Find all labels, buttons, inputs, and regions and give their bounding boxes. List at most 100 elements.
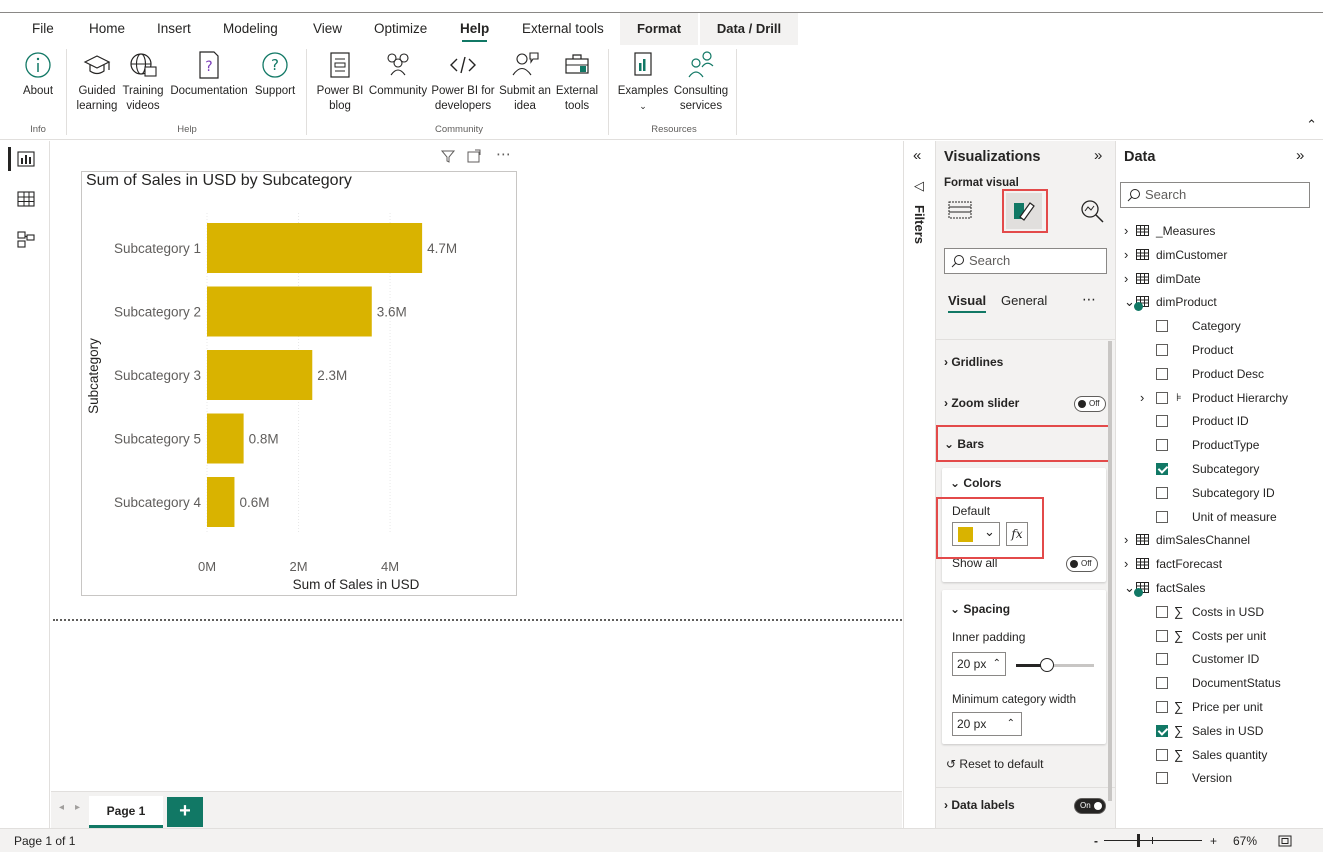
data-search-input[interactable]: Search [1120, 182, 1310, 208]
table-dimsaleschannel[interactable]: › dimSalesChannel [1116, 529, 1323, 551]
about-button[interactable]: About [18, 49, 58, 99]
filters-pane-collapsed[interactable]: « ◁ Filters [903, 141, 936, 828]
field-row[interactable]: Customer ID [1116, 648, 1323, 670]
fit-to-page-icon[interactable] [1278, 835, 1292, 847]
tab-general[interactable]: General [1001, 293, 1047, 308]
scroll-left-icon[interactable]: ◂ [59, 802, 64, 813]
tab-visual[interactable]: Visual [948, 293, 986, 308]
slider-thumb[interactable] [1040, 658, 1055, 672]
field-row[interactable]: ∑ Sales in USD [1116, 720, 1323, 742]
field-checkbox[interactable] [1156, 772, 1168, 785]
field-checkbox[interactable] [1156, 463, 1168, 475]
tab-view[interactable]: View [307, 13, 348, 45]
field-checkbox[interactable] [1156, 344, 1168, 356]
colors-section[interactable]: ⌄ Colors [950, 476, 1001, 490]
documentation-button[interactable]: ? Documentation [167, 49, 251, 99]
collapse-data-pane-icon[interactable]: » [1296, 147, 1304, 164]
viz-pane-scrollbar[interactable] [1108, 341, 1112, 801]
field-row[interactable]: ∑ Costs in USD [1116, 601, 1323, 623]
field-row[interactable]: Category [1116, 315, 1323, 337]
add-page-button[interactable]: + [167, 797, 203, 827]
field-row[interactable]: ∑ Costs per unit [1116, 625, 1323, 647]
tab-help[interactable]: Help [454, 13, 495, 45]
tab-insert[interactable]: Insert [151, 13, 197, 45]
data-labels-section[interactable]: › Data labels [944, 798, 1015, 812]
zoom-slider[interactable] [1104, 834, 1202, 847]
zoom-slider-thumb[interactable] [1137, 834, 1141, 847]
field-checkbox[interactable] [1156, 367, 1168, 380]
table-view-icon[interactable] [16, 189, 36, 209]
training-videos-button[interactable]: Training videos [120, 49, 166, 114]
spacing-section[interactable]: ⌄ Spacing [950, 602, 1010, 616]
field-checkbox[interactable] [1156, 510, 1168, 523]
more-options-icon[interactable]: ⋯ [496, 145, 511, 163]
table-factforecast[interactable]: › factForecast [1116, 553, 1323, 575]
guided-learning-button[interactable]: Guided learning [74, 49, 120, 114]
min-category-width-input[interactable]: 20 px ⌃ [952, 712, 1022, 736]
field-checkbox[interactable] [1156, 701, 1168, 713]
gridlines-section[interactable]: › Gridlines [944, 355, 1003, 369]
field-checkbox[interactable] [1156, 439, 1168, 452]
build-visual-icon[interactable] [948, 199, 972, 221]
field-checkbox[interactable] [1156, 320, 1168, 333]
more-options-icon[interactable]: ⋯ [1082, 291, 1096, 308]
powerbi-blog-button[interactable]: Power BI blog [314, 49, 366, 114]
zoom-out-button[interactable]: - [1094, 829, 1098, 853]
field-checkbox[interactable] [1156, 391, 1168, 404]
filter-icon[interactable] [440, 148, 456, 164]
consulting-services-button[interactable]: Consulting services [670, 49, 732, 114]
collapse-viz-pane-icon[interactable]: » [1094, 147, 1102, 164]
field-checkbox[interactable] [1156, 653, 1168, 666]
tab-modeling[interactable]: Modeling [217, 13, 284, 45]
model-view-icon[interactable] [16, 229, 36, 249]
field-row[interactable]: Product ID [1116, 410, 1323, 432]
zoom-slider-section[interactable]: › Zoom slider [944, 396, 1019, 410]
tab-file[interactable]: File [26, 13, 60, 45]
field-checkbox[interactable] [1156, 605, 1168, 618]
field-row[interactable]: Product Desc [1116, 363, 1323, 385]
community-button[interactable]: Community [366, 49, 430, 99]
collapse-ribbon-icon[interactable]: ⌃ [1306, 117, 1317, 133]
tab-data-drill[interactable]: Data / Drill [700, 13, 798, 45]
analytics-magnifier-icon[interactable] [1078, 197, 1106, 225]
expand-left-icon[interactable]: « [913, 147, 921, 164]
spinner-icon[interactable]: ⌃ [1007, 713, 1015, 735]
field-checkbox[interactable] [1156, 415, 1168, 428]
submit-idea-button[interactable]: Submit an idea [497, 49, 553, 114]
field-row[interactable]: Subcategory [1116, 458, 1323, 480]
support-button[interactable]: ? Support [252, 49, 298, 99]
focus-mode-icon[interactable] [466, 148, 482, 164]
field-checkbox[interactable] [1156, 748, 1168, 761]
table-dimproduct[interactable]: ⌄ dimProduct [1116, 291, 1323, 313]
table-dimdate[interactable]: › dimDate [1116, 268, 1323, 290]
field-row[interactable]: Version [1116, 767, 1323, 789]
external-tools-button[interactable]: External tools [553, 49, 601, 114]
field-row[interactable]: DocumentStatus [1116, 672, 1323, 694]
tab-optimize[interactable]: Optimize [368, 13, 433, 45]
field-row[interactable]: ProductType [1116, 434, 1323, 456]
table-factsales[interactable]: ⌄ factSales [1116, 577, 1323, 599]
examples-button[interactable]: Examples ⌄ [616, 49, 670, 114]
field-row[interactable]: › ⊧ Product Hierarchy [1116, 387, 1323, 409]
scroll-right-icon[interactable]: ▸ [75, 802, 80, 813]
field-checkbox[interactable] [1156, 629, 1168, 642]
reset-to-default-button[interactable]: ↺ Reset to default [946, 757, 1043, 771]
field-row[interactable]: ∑ Price per unit [1116, 696, 1323, 718]
tab-format[interactable]: Format [620, 13, 698, 45]
powerbi-developers-button[interactable]: Power BI for developers [430, 49, 496, 114]
data-labels-toggle[interactable]: On [1074, 798, 1106, 814]
field-checkbox[interactable] [1156, 486, 1168, 499]
viz-search-input[interactable]: Search [944, 248, 1107, 274]
field-checkbox[interactable] [1156, 677, 1168, 690]
table-dimcustomer[interactable]: › dimCustomer [1116, 244, 1323, 266]
field-row[interactable]: Subcategory ID [1116, 482, 1323, 504]
zoom-in-button[interactable]: + [1210, 829, 1217, 853]
tab-external-tools[interactable]: External tools [516, 13, 610, 45]
field-row[interactable]: ∑ Sales quantity [1116, 744, 1323, 766]
page-tab-1[interactable]: Page 1 [89, 796, 163, 828]
show-all-toggle[interactable]: Off [1066, 556, 1098, 572]
field-row[interactable]: Product [1116, 339, 1323, 361]
spinner-icon[interactable]: ⌃ [993, 653, 1001, 675]
inner-padding-input[interactable]: 20 px ⌃ [952, 652, 1006, 676]
report-view-icon[interactable] [16, 149, 36, 169]
